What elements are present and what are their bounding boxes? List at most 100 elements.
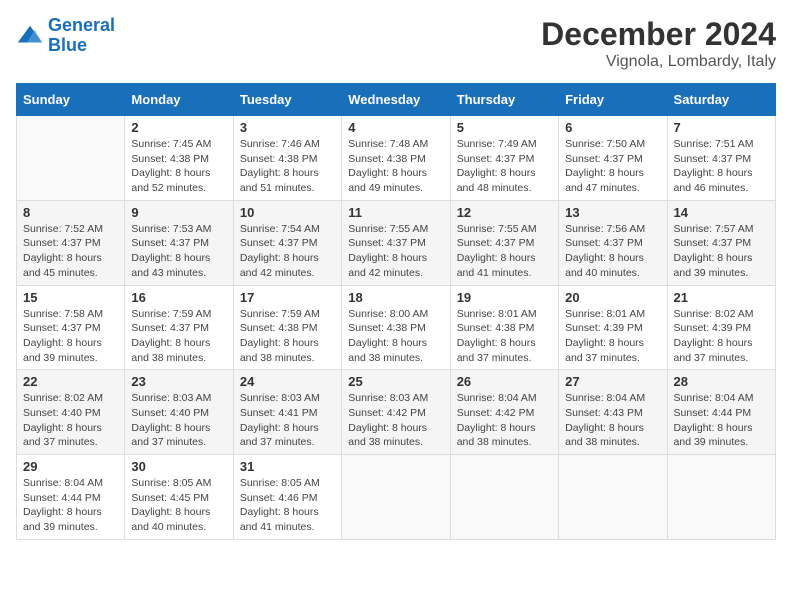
calendar-cell: 25 Sunrise: 8:03 AMSunset: 4:42 PMDaylig…	[342, 370, 450, 455]
col-tuesday: Tuesday	[233, 84, 341, 116]
day-number: 6	[565, 120, 660, 135]
day-info: Sunrise: 7:45 AMSunset: 4:38 PMDaylight:…	[131, 137, 226, 196]
calendar-cell: 13 Sunrise: 7:56 AMSunset: 4:37 PMDaylig…	[559, 200, 667, 285]
day-number: 18	[348, 290, 443, 305]
day-info: Sunrise: 7:55 AMSunset: 4:37 PMDaylight:…	[348, 222, 443, 281]
calendar-row: 22 Sunrise: 8:02 AMSunset: 4:40 PMDaylig…	[17, 370, 776, 455]
col-friday: Friday	[559, 84, 667, 116]
title-area: December 2024 Vignola, Lombardy, Italy	[541, 16, 776, 71]
day-info: Sunrise: 8:04 AMSunset: 4:44 PMDaylight:…	[674, 391, 769, 450]
location-title: Vignola, Lombardy, Italy	[541, 53, 776, 71]
day-number: 7	[674, 120, 769, 135]
calendar-row: 15 Sunrise: 7:58 AMSunset: 4:37 PMDaylig…	[17, 285, 776, 370]
logo-line2: Blue	[48, 35, 87, 55]
calendar-cell: 16 Sunrise: 7:59 AMSunset: 4:37 PMDaylig…	[125, 285, 233, 370]
logo-text: General Blue	[48, 16, 115, 56]
calendar-header-row: Sunday Monday Tuesday Wednesday Thursday…	[17, 84, 776, 116]
col-thursday: Thursday	[450, 84, 558, 116]
day-number: 21	[674, 290, 769, 305]
day-info: Sunrise: 8:03 AMSunset: 4:40 PMDaylight:…	[131, 391, 226, 450]
calendar-cell: 2 Sunrise: 7:45 AMSunset: 4:38 PMDayligh…	[125, 116, 233, 201]
day-number: 13	[565, 205, 660, 220]
day-number: 14	[674, 205, 769, 220]
day-number: 17	[240, 290, 335, 305]
calendar-cell: 30 Sunrise: 8:05 AMSunset: 4:45 PMDaylig…	[125, 455, 233, 540]
calendar-row: 2 Sunrise: 7:45 AMSunset: 4:38 PMDayligh…	[17, 116, 776, 201]
day-info: Sunrise: 8:03 AMSunset: 4:41 PMDaylight:…	[240, 391, 335, 450]
month-title: December 2024	[541, 16, 776, 53]
day-number: 5	[457, 120, 552, 135]
day-info: Sunrise: 8:01 AMSunset: 4:39 PMDaylight:…	[565, 307, 660, 366]
calendar-cell: 28 Sunrise: 8:04 AMSunset: 4:44 PMDaylig…	[667, 370, 775, 455]
calendar-cell	[667, 455, 775, 540]
day-number: 28	[674, 374, 769, 389]
day-number: 27	[565, 374, 660, 389]
day-info: Sunrise: 7:59 AMSunset: 4:37 PMDaylight:…	[131, 307, 226, 366]
calendar-cell: 5 Sunrise: 7:49 AMSunset: 4:37 PMDayligh…	[450, 116, 558, 201]
day-info: Sunrise: 8:01 AMSunset: 4:38 PMDaylight:…	[457, 307, 552, 366]
day-number: 8	[23, 205, 118, 220]
header: General Blue December 2024 Vignola, Lomb…	[16, 16, 776, 71]
calendar-cell: 11 Sunrise: 7:55 AMSunset: 4:37 PMDaylig…	[342, 200, 450, 285]
day-number: 31	[240, 459, 335, 474]
day-number: 12	[457, 205, 552, 220]
calendar-cell: 31 Sunrise: 8:05 AMSunset: 4:46 PMDaylig…	[233, 455, 341, 540]
calendar-cell	[17, 116, 125, 201]
day-number: 2	[131, 120, 226, 135]
day-number: 9	[131, 205, 226, 220]
calendar-cell: 20 Sunrise: 8:01 AMSunset: 4:39 PMDaylig…	[559, 285, 667, 370]
day-number: 15	[23, 290, 118, 305]
day-info: Sunrise: 7:59 AMSunset: 4:38 PMDaylight:…	[240, 307, 335, 366]
calendar-cell: 10 Sunrise: 7:54 AMSunset: 4:37 PMDaylig…	[233, 200, 341, 285]
calendar-cell	[559, 455, 667, 540]
calendar-cell: 3 Sunrise: 7:46 AMSunset: 4:38 PMDayligh…	[233, 116, 341, 201]
day-info: Sunrise: 8:02 AMSunset: 4:40 PMDaylight:…	[23, 391, 118, 450]
day-info: Sunrise: 8:02 AMSunset: 4:39 PMDaylight:…	[674, 307, 769, 366]
day-info: Sunrise: 7:46 AMSunset: 4:38 PMDaylight:…	[240, 137, 335, 196]
logo: General Blue	[16, 16, 115, 56]
day-info: Sunrise: 8:00 AMSunset: 4:38 PMDaylight:…	[348, 307, 443, 366]
calendar-cell: 17 Sunrise: 7:59 AMSunset: 4:38 PMDaylig…	[233, 285, 341, 370]
day-info: Sunrise: 7:50 AMSunset: 4:37 PMDaylight:…	[565, 137, 660, 196]
day-number: 30	[131, 459, 226, 474]
logo-icon	[16, 22, 44, 50]
day-number: 26	[457, 374, 552, 389]
day-info: Sunrise: 7:57 AMSunset: 4:37 PMDaylight:…	[674, 222, 769, 281]
calendar-cell: 29 Sunrise: 8:04 AMSunset: 4:44 PMDaylig…	[17, 455, 125, 540]
calendar-cell: 23 Sunrise: 8:03 AMSunset: 4:40 PMDaylig…	[125, 370, 233, 455]
col-monday: Monday	[125, 84, 233, 116]
day-info: Sunrise: 7:54 AMSunset: 4:37 PMDaylight:…	[240, 222, 335, 281]
day-info: Sunrise: 7:48 AMSunset: 4:38 PMDaylight:…	[348, 137, 443, 196]
day-info: Sunrise: 8:03 AMSunset: 4:42 PMDaylight:…	[348, 391, 443, 450]
day-number: 22	[23, 374, 118, 389]
day-info: Sunrise: 7:58 AMSunset: 4:37 PMDaylight:…	[23, 307, 118, 366]
calendar-cell: 6 Sunrise: 7:50 AMSunset: 4:37 PMDayligh…	[559, 116, 667, 201]
calendar-cell: 12 Sunrise: 7:55 AMSunset: 4:37 PMDaylig…	[450, 200, 558, 285]
day-number: 19	[457, 290, 552, 305]
day-info: Sunrise: 7:53 AMSunset: 4:37 PMDaylight:…	[131, 222, 226, 281]
col-sunday: Sunday	[17, 84, 125, 116]
day-info: Sunrise: 8:04 AMSunset: 4:42 PMDaylight:…	[457, 391, 552, 450]
col-saturday: Saturday	[667, 84, 775, 116]
day-info: Sunrise: 8:05 AMSunset: 4:46 PMDaylight:…	[240, 476, 335, 535]
calendar-cell: 24 Sunrise: 8:03 AMSunset: 4:41 PMDaylig…	[233, 370, 341, 455]
day-info: Sunrise: 7:51 AMSunset: 4:37 PMDaylight:…	[674, 137, 769, 196]
col-wednesday: Wednesday	[342, 84, 450, 116]
calendar-row: 8 Sunrise: 7:52 AMSunset: 4:37 PMDayligh…	[17, 200, 776, 285]
logo-line1: General	[48, 15, 115, 35]
day-number: 16	[131, 290, 226, 305]
calendar-cell: 15 Sunrise: 7:58 AMSunset: 4:37 PMDaylig…	[17, 285, 125, 370]
calendar-cell: 18 Sunrise: 8:00 AMSunset: 4:38 PMDaylig…	[342, 285, 450, 370]
calendar-cell: 22 Sunrise: 8:02 AMSunset: 4:40 PMDaylig…	[17, 370, 125, 455]
day-number: 24	[240, 374, 335, 389]
calendar-cell: 8 Sunrise: 7:52 AMSunset: 4:37 PMDayligh…	[17, 200, 125, 285]
calendar-cell: 27 Sunrise: 8:04 AMSunset: 4:43 PMDaylig…	[559, 370, 667, 455]
day-number: 11	[348, 205, 443, 220]
calendar-cell: 26 Sunrise: 8:04 AMSunset: 4:42 PMDaylig…	[450, 370, 558, 455]
day-number: 29	[23, 459, 118, 474]
calendar-cell	[450, 455, 558, 540]
calendar-table: Sunday Monday Tuesday Wednesday Thursday…	[16, 83, 776, 540]
calendar-cell: 7 Sunrise: 7:51 AMSunset: 4:37 PMDayligh…	[667, 116, 775, 201]
day-info: Sunrise: 8:05 AMSunset: 4:45 PMDaylight:…	[131, 476, 226, 535]
day-number: 10	[240, 205, 335, 220]
